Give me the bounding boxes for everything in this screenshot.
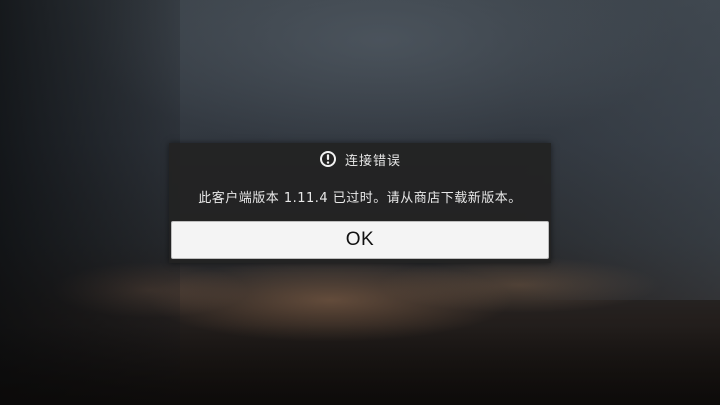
dialog-header: 连接错误 — [169, 147, 551, 171]
ok-button[interactable]: OK — [171, 221, 549, 259]
ok-button-label: OK — [345, 229, 375, 250]
alert-circle-icon — [319, 150, 337, 168]
dialog-message: 此客户端版本 1.11.4 已过时。请从商店下载新版本。 — [198, 191, 522, 206]
connection-error-dialog: 连接错误 此客户端版本 1.11.4 已过时。请从商店下载新版本。 OK — [169, 143, 551, 263]
dialog-title: 连接错误 — [344, 153, 401, 169]
background-ground — [0, 325, 720, 405]
game-screen: 连接错误 此客户端版本 1.11.4 已过时。请从商店下载新版本。 OK — [0, 0, 720, 405]
